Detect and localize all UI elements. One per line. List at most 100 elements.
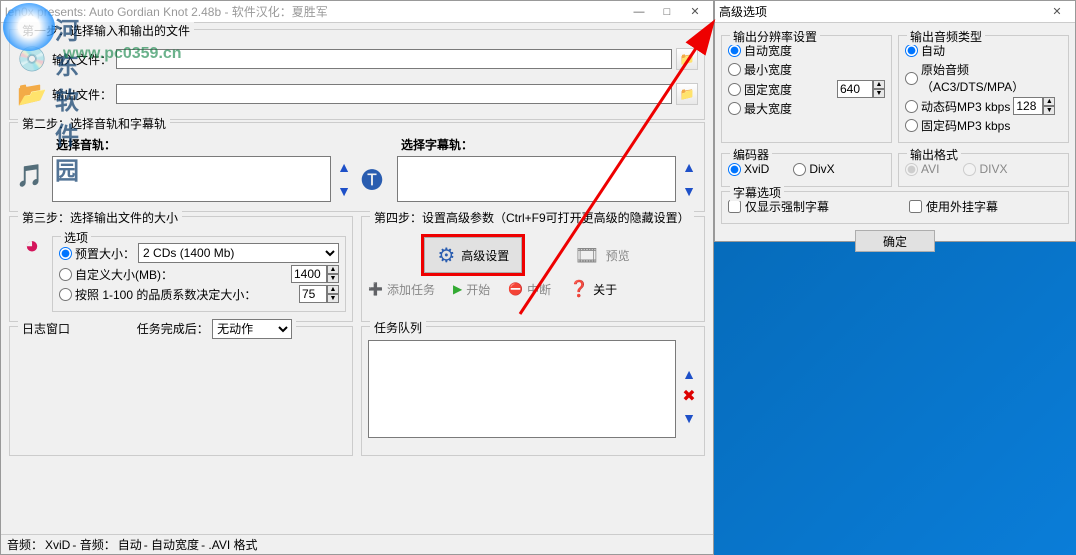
advanced-settings-button[interactable]: ⚙ 高级设置 [424,237,522,273]
browse-output-button[interactable]: 📁 [676,83,698,105]
divx-radio[interactable] [793,163,806,176]
help-icon: ❓ [569,279,589,299]
status-format: - .AVI 格式 [201,536,257,553]
start-button[interactable]: ▶开始 [453,281,490,298]
step2-legend: 第二步：选择音轨和字幕轨 [18,115,170,132]
preview-label: 预览 [606,247,630,264]
start-label: 开始 [466,281,490,298]
subtitle-options-group: 字幕选项 仅显示强制字幕 使用外挂字幕 [721,191,1069,224]
pie-icon: ◕ [16,230,48,262]
main-window: len0x presents: Auto Gordian Knot 2.48b … [0,0,714,555]
preset-size-select[interactable]: 2 CDs (1400 Mb) [138,243,339,263]
output-format-group: 输出格式 AVI DIVX [898,153,1069,187]
folder-icon: 📂 [16,78,48,110]
max-width-radio[interactable] [728,102,741,115]
audio-auto-radio[interactable] [905,44,918,57]
log-legend-text: 日志窗口 [22,322,70,336]
audio-down-button[interactable]: ▼ [335,182,353,200]
subtitle-track-list[interactable] [397,156,676,202]
preview-button[interactable]: 🎞 预览 [562,237,641,273]
quality-spinner[interactable]: ▲▼ [299,285,339,303]
fixed-width-radio[interactable] [728,83,741,96]
log-legend: 日志窗口 任务完成后： 无动作 [18,319,296,339]
step3-group: 第三步：选择输出文件的大小 ◕ 选项 预置大小： 2 CDs (1400 Mb)… [9,216,353,322]
audio-cbr-label: 固定码MP3 kbps [921,117,1010,134]
browse-input-button[interactable]: 📁 [676,48,698,70]
divx-fmt-radio [963,163,976,176]
audio-cbr-radio[interactable] [905,119,918,132]
log-group: 日志窗口 任务完成后： 无动作 [9,326,353,456]
min-width-radio[interactable] [728,63,741,76]
avi-radio [905,163,918,176]
adv-title: 高级选项 [719,3,1043,20]
adv-close-button[interactable]: ✕ [1043,2,1071,22]
custom-size-radio[interactable] [59,268,72,281]
audio-vbr-radio[interactable] [905,100,918,113]
custom-size-spinner[interactable]: ▲▼ [291,265,339,283]
custom-size-label: 自定义大小(MB)： [75,266,173,283]
audio-output-group: 输出音频类型 自动 原始音频（AC3/DTS/MPA） 动态码MP3 kbps … [898,35,1069,143]
adv-titlebar: 高级选项 ✕ [715,1,1075,23]
queue-down-button[interactable]: ▼ [680,409,698,427]
queue-group: 任务队列 ▲ ✖ ▼ [361,326,705,456]
avi-label: AVI [921,162,939,176]
ext-subs-label: 使用外挂字幕 [926,198,998,215]
after-task-label: 任务完成后： [137,322,209,336]
after-task-select[interactable]: 无动作 [212,319,292,339]
quality-radio[interactable] [59,288,72,301]
film-icon: 🎞 [574,243,599,268]
divx-label: DivX [809,162,834,176]
width-spinner[interactable]: ▲▼ [837,80,885,98]
queue-up-button[interactable]: ▲ [680,365,698,383]
force-subs-checkbox[interactable] [728,200,741,213]
subtitle-down-button[interactable]: ▼ [680,182,698,200]
advanced-window: 高级选项 ✕ 输出分辨率设置 自动宽度 最小宽度 固定宽度 ▲▼ 最大宽度 输出… [714,0,1076,242]
main-titlebar: len0x presents: Auto Gordian Knot 2.48b … [1,1,713,23]
ext-subs-checkbox[interactable] [909,200,922,213]
audio-orig-radio[interactable] [905,72,918,85]
options-legend: 选项 [61,229,91,246]
step4-group: 第四步：设置高级参数（Ctrl+F9可打开更高级的隐藏设置） ⚙ 高级设置 🎞 … [361,216,705,322]
min-width-label: 最小宽度 [744,61,792,78]
bitrate-spinner[interactable]: ▲▼ [1013,97,1055,115]
about-button[interactable]: ❓关于 [569,279,617,299]
close-button[interactable]: ✕ [681,2,709,22]
text-icon: 🅣 [361,163,393,195]
add-icon: ➕ [368,282,383,296]
xvid-radio[interactable] [728,163,741,176]
add-task-button[interactable]: ➕添加任务 [368,281,435,298]
music-icon: 🎵 [16,163,48,195]
input-file-field[interactable] [116,49,672,69]
output-file-label: 输出文件： [52,86,112,103]
step4-legend: 第四步：设置高级参数（Ctrl+F9可打开更高级的隐藏设置） [370,209,694,226]
preset-size-label: 预置大小： [75,245,135,262]
stop-button[interactable]: ⛔中断 [508,281,551,298]
status-bar: 音频： XviD - 音频： 自动 - 自动宽度 - .AVI 格式 [1,534,713,554]
resolution-legend: 输出分辨率设置 [730,28,820,45]
status-video-label: 音频： [7,536,43,553]
status-video-value: XviD [45,538,70,552]
subtitle-up-button[interactable]: ▲ [680,158,698,176]
ok-button[interactable]: 确定 [855,230,935,252]
queue-delete-button[interactable]: ✖ [680,387,698,405]
input-file-label: 输入文件： [52,51,112,68]
audio-track-list[interactable] [52,156,331,202]
status-audio-value: 自动 [118,536,142,553]
queue-list[interactable] [368,340,676,438]
quality-label: 按照 1-100 的品质系数决定大小： [75,286,256,303]
output-file-field[interactable] [116,84,672,104]
auto-width-radio[interactable] [728,44,741,57]
audio-track-label: 选择音轨： [56,136,116,153]
stop-label: 中断 [527,281,551,298]
about-label: 关于 [593,281,617,298]
minimize-button[interactable]: — [625,2,653,22]
step1-legend: 第一步：选择输入和输出的文件 [18,22,194,39]
xvid-label: XviD [744,162,769,176]
subtitle-options-legend: 字幕选项 [730,184,784,201]
preset-size-radio[interactable] [59,247,72,260]
main-title: len0x presents: Auto Gordian Knot 2.48b … [5,3,625,20]
encoder-group: 编码器 XviD DivX [721,153,892,187]
max-width-label: 最大宽度 [744,100,792,117]
audio-up-button[interactable]: ▲ [335,158,353,176]
maximize-button[interactable]: □ [653,2,681,22]
